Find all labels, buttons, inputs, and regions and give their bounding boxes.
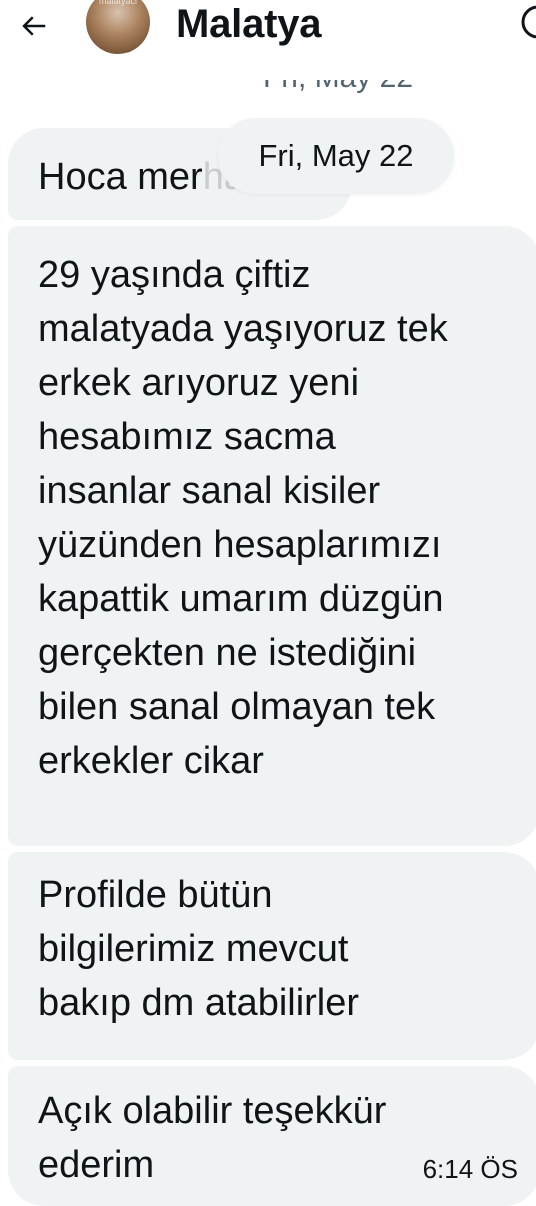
message-line: bilen sanal olmayan tek: [38, 686, 436, 728]
info-button[interactable]: [518, 2, 536, 42]
message-line: bilgilerimiz mevcut: [38, 928, 349, 970]
conversation-header: malatyaci Malatya: [0, 0, 536, 56]
message-line: 29 yaşında çiftiz: [38, 254, 311, 296]
info-icon: [521, 5, 536, 39]
date-divider: Fri, May 22: [218, 118, 454, 194]
date-divider-ghost: Fri, May 22: [262, 61, 414, 94]
avatar-watermark: malatyaci: [98, 0, 137, 6]
message-bubble[interactable]: 29 yaşında çiftiz malatyada yaşıyoruz te…: [8, 226, 536, 846]
message-line: kapattik umarım düzgün: [38, 578, 444, 620]
message-timestamp: 6:14 ÖS: [422, 1154, 518, 1184]
arrow-left-icon: [22, 16, 46, 36]
page-title[interactable]: Malatya: [176, 0, 322, 50]
message-bubble[interactable]: Profilde bütün bilgilerimiz mevcut bakıp…: [8, 852, 536, 1060]
message-line: insanlar sanal kisiler: [38, 470, 381, 512]
message-text: Hoca mer: [38, 156, 203, 198]
message-line: malatyada yaşıyoruz tek: [38, 308, 448, 350]
message-line: yüzünden hesaplarımızı: [38, 524, 442, 566]
message-line: Açık olabilir teşekkür: [38, 1090, 387, 1132]
message-line: erkek arıyoruz yeni: [38, 362, 360, 404]
avatar[interactable]: malatyaci: [86, 0, 150, 54]
message-line: erkekler cikar: [38, 740, 264, 782]
message-line: Profilde bütün: [38, 874, 273, 916]
back-button[interactable]: [12, 4, 56, 48]
message-line: hesabımız sacma: [38, 416, 336, 458]
message-line: bakıp dm atabilirler: [38, 982, 360, 1024]
message-line: gerçekten ne istediğini: [38, 632, 417, 674]
